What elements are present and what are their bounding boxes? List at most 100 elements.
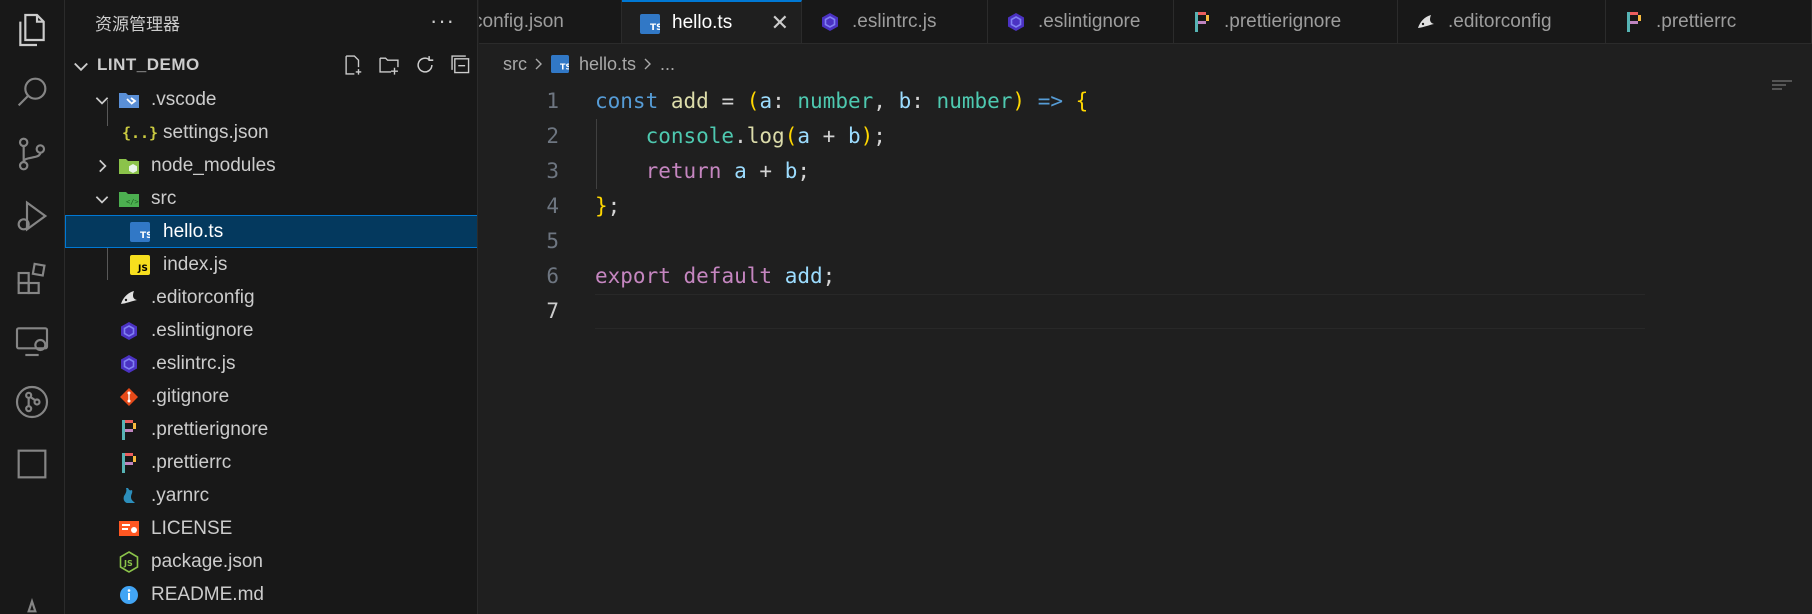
tab-label: .prettierignore <box>1224 11 1342 32</box>
search-icon[interactable] <box>10 70 54 114</box>
typescript-icon: TS <box>638 12 662 36</box>
tree-item-eslintignore[interactable]: .eslintignore <box>65 314 477 347</box>
source-control-icon[interactable] <box>10 132 54 176</box>
tree-item-label: .eslintrc.js <box>151 352 236 374</box>
tab-prettierignore[interactable]: .prettierignore <box>1174 0 1398 43</box>
chevron-down-icon <box>95 196 109 204</box>
tree-item-prettierrc[interactable]: .prettierrc <box>65 446 477 479</box>
tab-eslintignore[interactable]: .eslintignore <box>988 0 1174 43</box>
tree-item-hello-ts[interactable]: TS hello.ts <box>65 215 477 248</box>
svg-text:TS: TS <box>140 231 150 241</box>
explorer-icon[interactable] <box>10 8 54 52</box>
prettier-icon <box>1622 10 1646 34</box>
tab-editorconfig[interactable]: .editorconfig <box>1398 0 1606 43</box>
more-actions-icon[interactable]: ··· <box>430 8 455 34</box>
tree-item-package-json[interactable]: JS package.json <box>65 545 477 578</box>
collapse-all-icon[interactable] <box>449 53 473 77</box>
line-number: 3 <box>546 159 559 183</box>
tree-item-prettierignore[interactable]: .prettierignore <box>65 413 477 446</box>
line-number: 1 <box>546 89 559 113</box>
new-folder-icon[interactable] <box>377 53 401 77</box>
account-icon[interactable] <box>10 596 54 614</box>
tree-item-gitignore[interactable]: .gitignore <box>65 380 477 413</box>
tab-hello-ts[interactable]: TS hello.ts ✕ <box>622 0 802 43</box>
tree-item-label: .prettierrc <box>151 451 232 473</box>
line-number: 2 <box>546 124 559 148</box>
svg-text:</>: </> <box>126 198 139 206</box>
info-icon <box>118 584 140 606</box>
chevron-right-icon <box>533 57 545 71</box>
tree-item-label: .editorconfig <box>151 286 255 308</box>
chevron-down-icon <box>95 97 109 105</box>
tree-item-settings-json[interactable]: {..} settings.json <box>65 116 477 149</box>
tree-item-node-modules[interactable]: node_modules <box>65 149 477 182</box>
breadcrumb-file[interactable]: hello.ts <box>579 54 636 75</box>
project-title: LINT_DEMO <box>97 55 200 74</box>
tree-item-label: README.md <box>151 583 264 605</box>
code-line: return a + b; <box>645 159 811 183</box>
minimap[interactable] <box>1772 80 1792 92</box>
tree-item-label: .eslintignore <box>151 319 254 341</box>
vscode-folder-icon <box>118 89 140 111</box>
code-line: console.log(a + b); <box>645 124 886 148</box>
tab-label: .eslintignore <box>1038 11 1141 32</box>
code-editor[interactable]: 1 2 3 4 5 6 7 const add = (a: number, b:… <box>479 84 1812 614</box>
tree-item-label: .gitignore <box>151 385 230 407</box>
code-line: export default add; <box>595 264 836 288</box>
tree-item-label: package.json <box>151 550 263 572</box>
refresh-icon[interactable] <box>413 53 437 77</box>
tree-item-yarnrc[interactable]: .yarnrc <box>65 479 477 512</box>
tab-prettierrc[interactable]: .prettierrc <box>1606 0 1812 43</box>
git-graph-icon[interactable] <box>10 380 54 424</box>
tab-label: .prettierrc <box>1656 11 1737 32</box>
code-line: const add = (a: number, b: number) => { <box>595 89 1089 113</box>
prettier-icon <box>1190 10 1214 34</box>
yarn-icon <box>118 485 140 507</box>
tree-item-label: hello.ts <box>163 220 224 242</box>
svg-text:JS: JS <box>137 264 148 274</box>
prettier-icon <box>118 419 140 441</box>
chevron-down-icon <box>74 62 88 72</box>
tree-item-label: .vscode <box>151 88 217 110</box>
nodejs-icon: JS <box>118 550 140 573</box>
src-folder-icon: </> <box>118 188 140 210</box>
tree-item-label: settings.json <box>163 121 269 143</box>
svg-text:TS: TS <box>650 23 660 33</box>
extensions-icon[interactable] <box>10 256 54 300</box>
line-number: 5 <box>546 229 559 253</box>
tree-item-src[interactable]: </> src <box>65 182 477 215</box>
tree-item-label: src <box>151 187 177 209</box>
explorer-sidebar: 资源管理器 ··· LINT_DEMO .vscode {..} setting… <box>65 0 478 614</box>
testing-icon[interactable] <box>10 442 54 486</box>
run-debug-icon[interactable] <box>10 194 54 238</box>
eslint-icon <box>1004 10 1028 34</box>
tree-item-vscode[interactable]: .vscode <box>65 83 477 116</box>
typescript-icon: TS <box>129 221 151 243</box>
git-icon <box>118 386 140 408</box>
tree-item-index-js[interactable]: JS index.js <box>65 248 477 281</box>
tree-item-label: .yarnrc <box>151 484 210 506</box>
line-number: 4 <box>546 194 559 218</box>
tree-item-readme[interactable]: README.md <box>65 578 477 611</box>
editor-tabs: config.json TS hello.ts ✕ .eslintrc.js .… <box>479 0 1812 44</box>
breadcrumb: src TS hello.ts ... <box>479 44 675 84</box>
svg-text:JS: JS <box>123 559 133 568</box>
tree-item-license[interactable]: LICENSE <box>65 512 477 545</box>
svg-text:TS: TS <box>560 61 569 71</box>
chevron-right-icon <box>99 159 107 173</box>
new-file-icon[interactable] <box>341 53 365 77</box>
explorer-header: 资源管理器 ··· <box>65 0 477 44</box>
close-icon[interactable]: ✕ <box>771 10 789 36</box>
breadcrumb-folder[interactable]: src <box>503 54 527 75</box>
tree-item-eslintrc[interactable]: .eslintrc.js <box>65 347 477 380</box>
breadcrumb-symbol[interactable]: ... <box>660 54 675 75</box>
tab-label: hello.ts <box>672 12 733 33</box>
eslint-icon <box>118 353 140 375</box>
tree-item-editorconfig[interactable]: .editorconfig <box>65 281 477 314</box>
tab-eslintrc[interactable]: .eslintrc.js <box>802 0 988 43</box>
remote-explorer-icon[interactable] <box>10 318 54 362</box>
project-header[interactable]: LINT_DEMO <box>65 44 477 86</box>
tab-label: .editorconfig <box>1448 11 1552 32</box>
tab-config-json[interactable]: config.json <box>479 0 622 43</box>
editorconfig-icon <box>1414 10 1438 34</box>
